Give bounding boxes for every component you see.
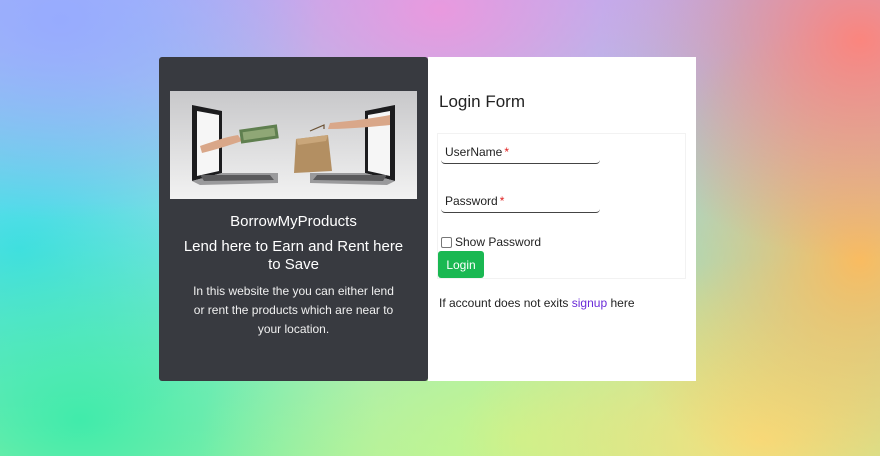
username-field[interactable]: UserName * <box>441 137 600 164</box>
show-password-row: Show Password <box>441 235 541 249</box>
login-card: BorrowMyProducts Lend here to Earn and R… <box>159 57 696 381</box>
username-label: UserName * <box>445 145 510 159</box>
description: In this website the you can either lend … <box>193 284 394 336</box>
brand-name: BorrowMyProducts <box>230 213 357 230</box>
show-password-label[interactable]: Show Password <box>455 235 541 249</box>
form-title: Login Form <box>439 92 525 111</box>
password-field[interactable]: Password * <box>441 186 600 213</box>
required-marker: * <box>499 194 505 208</box>
login-form: UserName * Password * Show Password Login <box>437 133 686 279</box>
tagline: Lend here to Earn and Rent here to Save <box>183 238 404 273</box>
signup-suffix: here <box>610 296 635 310</box>
password-label: Password * <box>445 194 505 208</box>
show-password-checkbox[interactable] <box>441 236 452 248</box>
required-marker: * <box>504 145 510 159</box>
hero-image <box>170 91 417 199</box>
signup-prefix: If account does not exits <box>439 296 569 310</box>
signup-link[interactable]: signup <box>572 296 607 310</box>
login-button[interactable]: Login <box>438 251 484 278</box>
signup-prompt: If account does not exits signup here <box>439 296 635 310</box>
login-panel: Login Form UserName * Password * Show Pass… <box>428 57 696 381</box>
promo-panel: BorrowMyProducts Lend here to Earn and R… <box>159 57 428 381</box>
